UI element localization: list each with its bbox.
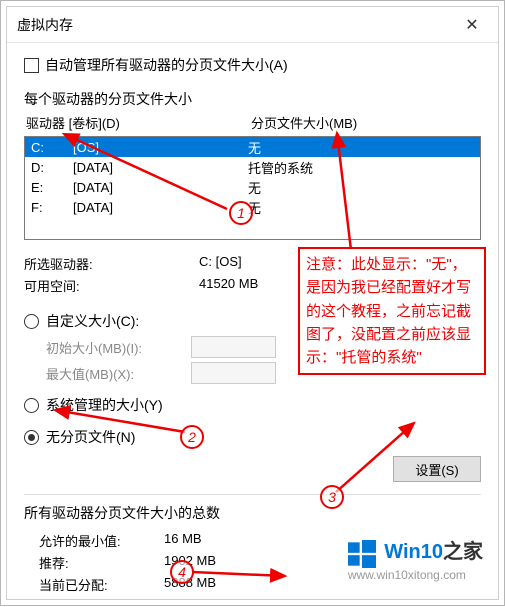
radio-none-label: 无分页文件(N)	[46, 427, 135, 447]
watermark-url: www.win10xitong.com	[348, 568, 483, 582]
set-button[interactable]: 设置(S)	[393, 456, 481, 482]
drives-list-header: 驱动器 [卷标](D) 分页文件大小(MB)	[24, 111, 481, 136]
watermark: Win10之家 www.win10xitong.com	[348, 535, 483, 582]
radio-custom-icon	[24, 314, 39, 329]
drive-letter: D:	[31, 160, 73, 175]
annotation-note: 注意：此处显示："无"，是因为我已经配置好才写的这个教程，之前忘记截图了，没配置…	[298, 247, 486, 375]
total-rec-value: 1902 MB	[164, 553, 216, 575]
initial-size-input	[191, 336, 276, 358]
selected-drive-label: 所选驱动器:	[24, 254, 199, 276]
initial-size-label: 初始大小(MB)(I):	[46, 338, 191, 357]
drive-row-f[interactable]: F: [DATA] 无	[25, 197, 480, 217]
drive-letter: C:	[31, 140, 73, 155]
window-title: 虚拟内存	[17, 15, 452, 35]
total-rec-label: 推荐:	[24, 553, 164, 575]
drive-label: [OS]	[73, 140, 248, 155]
titlebar: 虚拟内存 ✕	[7, 7, 498, 43]
drives-list[interactable]: C: [OS] 无 D: [DATA] 托管的系统 E: [DATA] 无 F:…	[24, 136, 481, 240]
max-size-input	[191, 362, 276, 384]
drive-label: [DATA]	[73, 200, 248, 215]
avail-space-value: 41520 MB	[199, 276, 258, 298]
drive-label: [DATA]	[73, 160, 248, 175]
selected-drive-value: C: [OS]	[199, 254, 242, 276]
drive-letter: F:	[31, 200, 73, 215]
per-drive-label: 每个驱动器的分页文件大小	[24, 89, 481, 109]
radio-none-icon	[24, 430, 39, 445]
radio-system-icon	[24, 398, 39, 413]
avail-space-label: 可用空间:	[24, 276, 199, 298]
drive-label: [DATA]	[73, 180, 248, 195]
set-button-label: 设置(S)	[415, 460, 458, 479]
automanage-checkbox[interactable]	[24, 58, 39, 73]
close-icon: ✕	[465, 15, 478, 35]
header-drive: 驱动器 [卷标](D)	[26, 113, 251, 132]
totals-label: 所有驱动器分页文件大小的总数	[24, 503, 481, 523]
watermark-text-2: 之家	[443, 541, 483, 563]
total-min-label: 允许的最小值:	[24, 531, 164, 553]
drive-row-d[interactable]: D: [DATA] 托管的系统	[25, 157, 480, 177]
total-cur-value: 5888 MB	[164, 575, 216, 597]
watermark-text-1: Win10	[384, 541, 443, 563]
radio-custom-label: 自定义大小(C):	[46, 311, 139, 331]
drive-row-e[interactable]: E: [DATA] 无	[25, 177, 480, 197]
total-cur-label: 当前已分配:	[24, 575, 164, 597]
automanage-label: 自动管理所有驱动器的分页文件大小(A)	[45, 55, 288, 75]
drive-letter: E:	[31, 180, 73, 195]
drive-size: 无	[248, 178, 261, 197]
max-size-label: 最大值(MB)(X):	[46, 364, 191, 383]
drive-size: 托管的系统	[248, 158, 313, 177]
header-size: 分页文件大小(MB)	[251, 113, 357, 132]
radio-system-label: 系统管理的大小(Y)	[46, 395, 163, 415]
windows-logo-icon	[348, 540, 376, 568]
radio-no-paging[interactable]: 无分页文件(N)	[24, 424, 481, 450]
drive-row-c[interactable]: C: [OS] 无	[25, 137, 480, 157]
drive-size: 无	[248, 138, 261, 157]
total-min-value: 16 MB	[164, 531, 202, 553]
drive-size: 无	[248, 198, 261, 217]
close-button[interactable]: ✕	[452, 11, 492, 39]
automanage-checkbox-row[interactable]: 自动管理所有驱动器的分页文件大小(A)	[24, 55, 481, 75]
radio-system-managed[interactable]: 系统管理的大小(Y)	[24, 392, 481, 418]
